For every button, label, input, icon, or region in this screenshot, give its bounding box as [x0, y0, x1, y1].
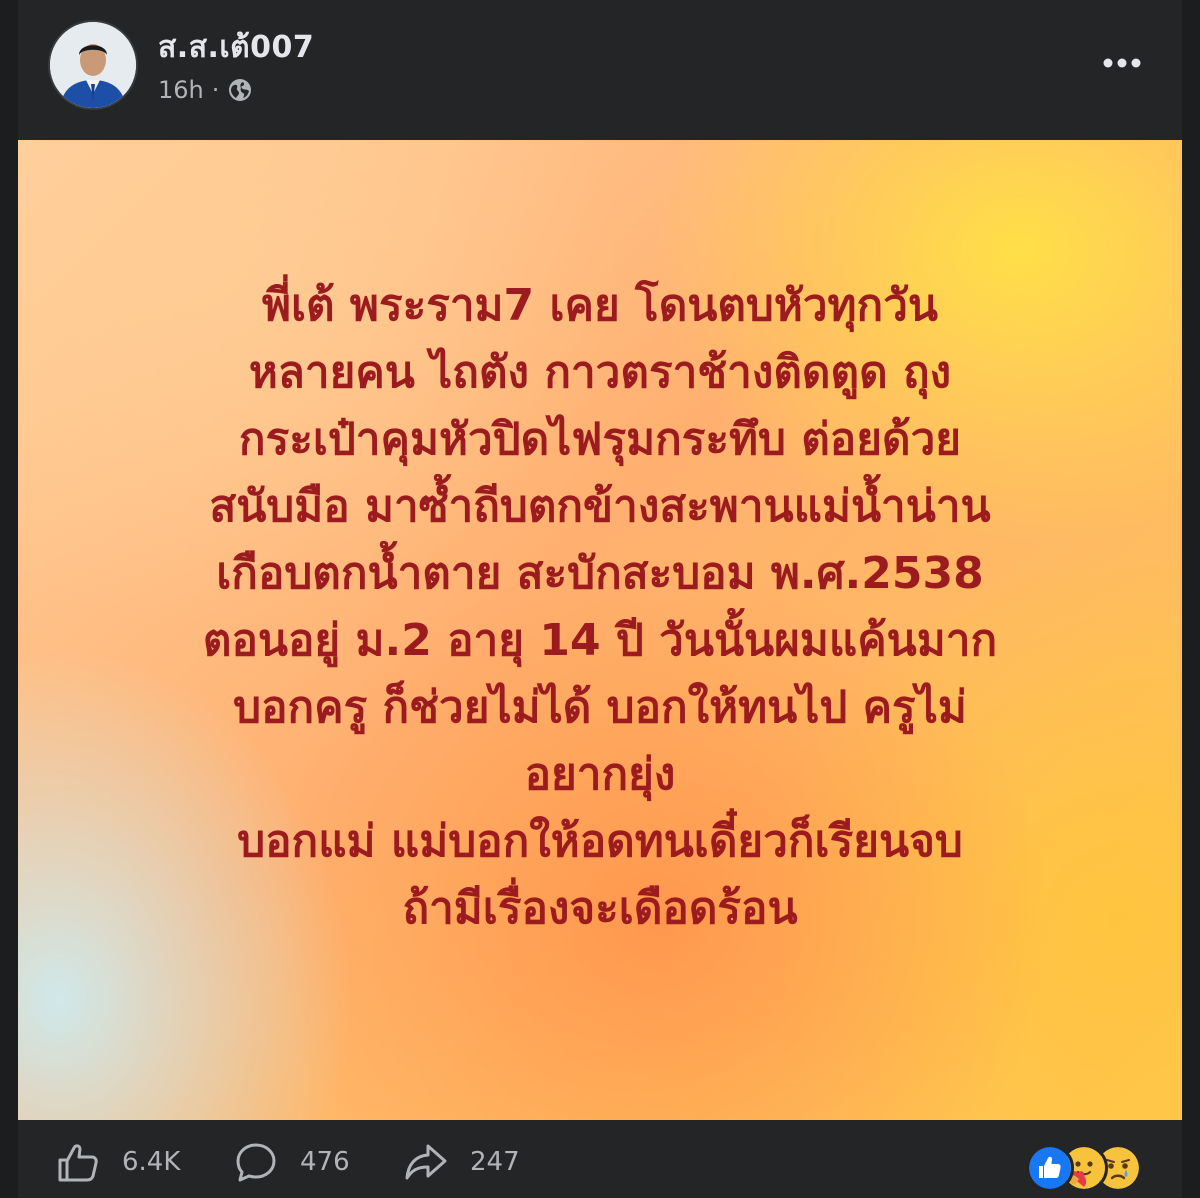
post-footer: 6.4K 476 247 [18, 1130, 1182, 1198]
card-line: หลายคน ไถตัง กาวตราช้างติดตูด ถุง [248, 347, 952, 398]
card-line: ถ้ามีเรื่องจะเดือดร้อน [402, 883, 798, 934]
share-button[interactable]: 247 [404, 1140, 520, 1184]
card-line: บอกครู ก็ช่วยไม่ได้ บอกให้ทนไป ครูไม่ [233, 682, 967, 733]
like-count: 6.4K [122, 1147, 181, 1177]
post-time[interactable]: 16h [158, 76, 204, 104]
card-line: ตอนอยู่ ม.2 อายุ 14 ปี วันนั้นผมแค้นมาก [202, 615, 998, 666]
avatar[interactable] [50, 22, 136, 108]
post-meta: 16h · [158, 76, 253, 104]
card-line: กระเป๋าคุมหัวปิดไฟรุมกระทึบ ต่อยด้วย [238, 414, 962, 465]
like-reaction-icon [1026, 1144, 1074, 1192]
card-line: สนับมือ มาซ้ำถีบตกข้างสะพานแม่น้ำน่าน [209, 481, 991, 532]
card-line: เกือบตกน้ำตาย สะบักสะบอม พ.ศ.2538 [216, 548, 984, 599]
share-icon [405, 1144, 447, 1180]
card-text: พี่เต้ พระราม7 เคย โดนตบหัวทุกวัน หลายคน… [58, 272, 1142, 942]
comment-count: 476 [300, 1147, 350, 1177]
card-line: พี่เต้ พระราม7 เคย โดนตบหัวทุกวัน [262, 280, 938, 331]
like-button[interactable]: 6.4K [56, 1140, 180, 1184]
card-line: อยากยุ่ง [524, 749, 676, 800]
globe-icon [229, 79, 252, 101]
share-count: 247 [470, 1147, 520, 1177]
comment-icon [236, 1143, 276, 1182]
more-horizontal-icon[interactable] [1100, 48, 1144, 78]
post: ส.ส.เต้007 16h · พี่เต้ พระราม7 เคย โดนต… [18, 0, 1182, 1198]
thumbs-up-icon [58, 1144, 98, 1182]
comment-button[interactable]: 476 [234, 1140, 350, 1184]
author-name[interactable]: ส.ส.เต้007 [158, 24, 314, 71]
reactions-summary[interactable] [1026, 1144, 1156, 1192]
text-card: พี่เต้ พระราม7 เคย โดนตบหัวทุกวัน หลายคน… [18, 140, 1182, 1120]
post-header: ส.ส.เต้007 16h · [18, 0, 1182, 140]
meta-separator: · [211, 76, 220, 104]
card-line: บอกแม่ แม่บอกให้อดทนเดี๋ยวก็เรียนจบ [237, 816, 963, 867]
